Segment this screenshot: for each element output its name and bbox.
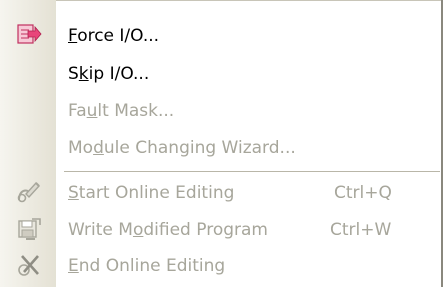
menu-item-label: Skip I/O... — [68, 64, 150, 84]
shortcut-label: Ctrl+W — [330, 220, 392, 240]
force-io-icon — [16, 23, 42, 47]
menu-item-start-online-editing[interactable]: Start Online Editing Ctrl+Q — [0, 177, 441, 207]
start-online-editing-icon — [16, 180, 42, 204]
menu-item-force-io[interactable]: Force I/O... — [0, 20, 441, 50]
end-online-editing-icon — [16, 253, 42, 277]
menu-top-edge — [56, 0, 441, 1]
context-menu: Force I/O... Skip I/O... Fault Mask... M… — [0, 0, 443, 287]
menu-item-label: Force I/O... — [68, 26, 160, 46]
menu-item-fault-mask[interactable]: Fault Mask... — [0, 95, 441, 125]
menu-item-label: Fault Mask... — [68, 101, 175, 121]
menu-item-write-modified-program[interactable]: Write Modified Program Ctrl+W — [0, 214, 441, 244]
menu-separator — [64, 171, 440, 172]
write-modified-program-icon — [16, 217, 42, 241]
menu-item-label: End Online Editing — [68, 256, 226, 276]
menu-item-module-changing-wizard[interactable]: Module Changing Wizard... — [0, 132, 441, 162]
menu-item-label: Module Changing Wizard... — [68, 138, 296, 158]
menu-item-label: Start Online Editing — [68, 183, 235, 203]
menu-item-skip-io[interactable]: Skip I/O... — [0, 58, 441, 88]
menu-item-end-online-editing[interactable]: End Online Editing — [0, 250, 441, 280]
menu-item-label: Write Modified Program — [68, 220, 268, 240]
shortcut-label: Ctrl+Q — [334, 183, 392, 203]
